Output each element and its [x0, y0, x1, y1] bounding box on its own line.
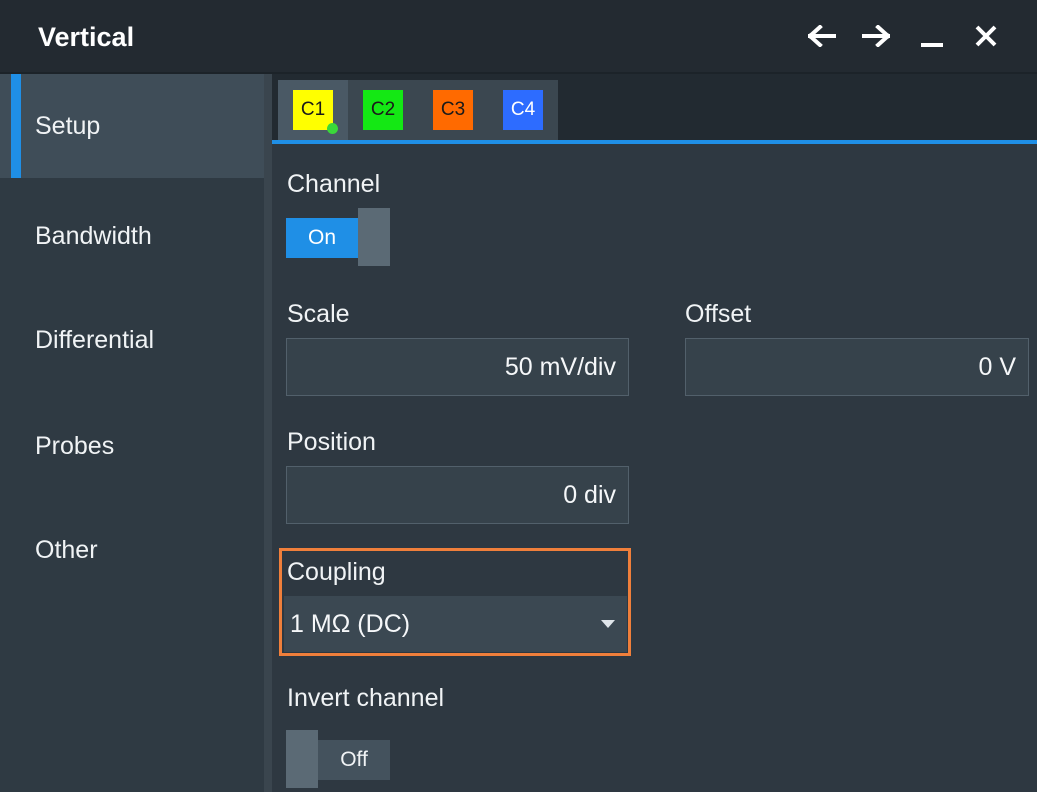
coupling-select[interactable]: 1 MΩ (DC) [284, 596, 627, 652]
title-bar: Vertical [0, 0, 1037, 74]
offset-label: Offset [685, 300, 752, 328]
sidebar-item-label: Other [35, 535, 98, 564]
sidebar-item-label: Probes [35, 431, 115, 460]
sidebar: Setup Bandwidth Differential Probes Othe… [0, 74, 264, 792]
scale-label: Scale [287, 300, 350, 328]
tab-c1[interactable]: C1 [278, 80, 348, 140]
sidebar-item-other[interactable]: Other [0, 498, 264, 602]
channel-label: Channel [287, 170, 381, 198]
sidebar-item-differential[interactable]: Differential [0, 288, 264, 392]
window-title: Vertical [38, 22, 135, 52]
channel-chip-c3: C3 [433, 90, 473, 130]
tab-label: C3 [440, 99, 466, 120]
active-indicator-dot [327, 123, 338, 134]
channel-toggle[interactable]: On [286, 208, 390, 266]
tab-c4[interactable]: C4 [488, 80, 558, 140]
chevron-down-icon [601, 620, 615, 628]
arrow-right-icon [862, 25, 890, 47]
offset-input[interactable]: 0 V [685, 338, 1029, 396]
scale-input[interactable]: 50 mV/div [286, 338, 629, 396]
minimize-button[interactable] [912, 16, 952, 56]
sidebar-item-label: Setup [35, 111, 101, 140]
minimize-icon [921, 43, 943, 47]
tab-label: C1 [300, 99, 326, 120]
toggle-knob [286, 730, 318, 788]
close-icon [975, 25, 997, 47]
tab-label: C4 [510, 99, 536, 120]
tab-label: C2 [370, 99, 396, 120]
sidebar-item-setup[interactable]: Setup [0, 74, 264, 178]
sidebar-item-label: Bandwidth [35, 221, 152, 250]
close-button[interactable] [966, 16, 1006, 56]
invert-channel-label: Invert channel [287, 684, 445, 712]
channel-chip-c2: C2 [363, 90, 403, 130]
panel-divider [264, 74, 272, 792]
tab-c3[interactable]: C3 [418, 80, 488, 140]
forward-button[interactable] [856, 16, 896, 56]
sidebar-item-bandwidth[interactable]: Bandwidth [0, 184, 264, 288]
main-panel: C1 C2 C3 C4 Channel On Scale 50 mV/div O… [272, 74, 1037, 792]
position-input[interactable]: 0 div [286, 466, 629, 524]
coupling-selected-value: 1 MΩ (DC) [290, 609, 411, 638]
arrow-left-icon [808, 25, 836, 47]
channel-chip-c1: C1 [293, 90, 338, 134]
sidebar-item-probes[interactable]: Probes [0, 394, 264, 498]
toggle-state-label: On [286, 218, 358, 258]
invert-channel-toggle[interactable]: Off [286, 730, 390, 788]
coupling-label: Coupling [287, 558, 386, 586]
toggle-knob [358, 208, 390, 266]
sidebar-item-label: Differential [35, 325, 155, 354]
channel-tab-bar: C1 C2 C3 C4 [272, 74, 1037, 144]
channel-chip-c4: C4 [503, 90, 543, 130]
tab-c2[interactable]: C2 [348, 80, 418, 140]
back-button[interactable] [802, 16, 842, 56]
toggle-state-label: Off [318, 740, 390, 780]
position-label: Position [287, 428, 376, 456]
